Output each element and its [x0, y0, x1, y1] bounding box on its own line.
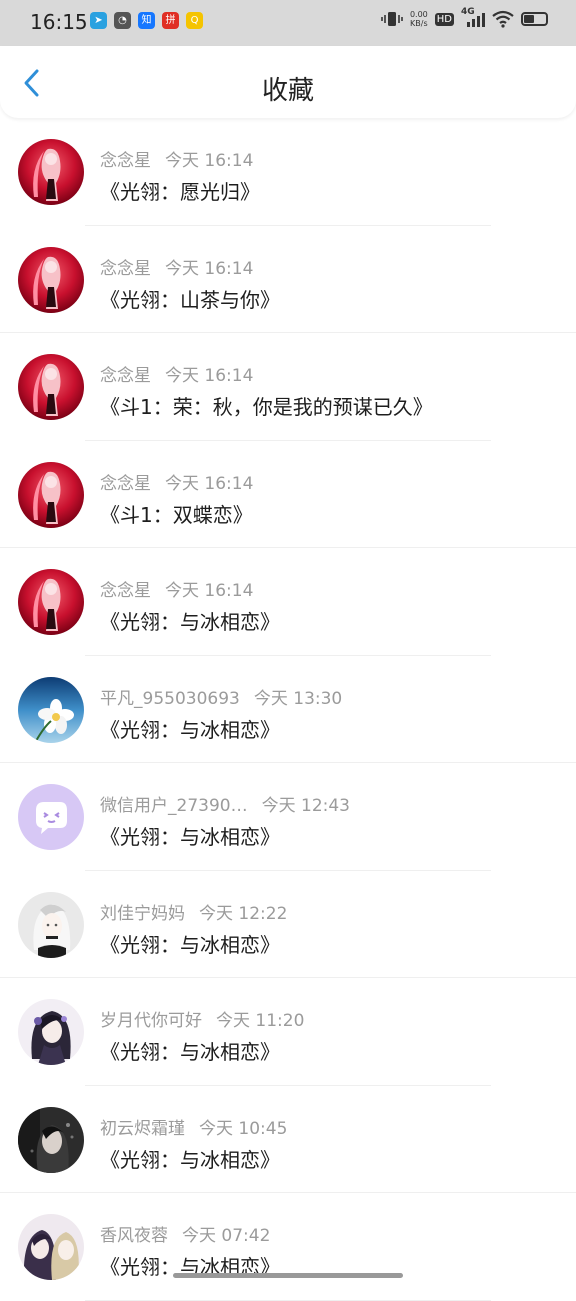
author-name: 岁月代你可好: [100, 1011, 202, 1031]
avatar-red-anime-avatar[interactable]: [18, 246, 84, 313]
item-meta: 微信用户_27390… 今天 12:43: [100, 791, 350, 816]
item-title: 《光翎：山茶与你》: [100, 287, 280, 312]
list-item[interactable]: 念念星 今天 16:14 《光翎：山茶与你》: [0, 226, 576, 333]
home-indicator[interactable]: [173, 1273, 403, 1278]
list-item[interactable]: 刘佳宁妈妈 今天 12:22 《光翎：与冰相恋》: [0, 871, 576, 978]
net-speed-unit: KB/s: [410, 19, 428, 28]
post-time: 今天 07:42: [182, 1226, 271, 1246]
avatar-red-anime-avatar[interactable]: [18, 461, 84, 528]
post-time: 今天 16:14: [165, 473, 254, 494]
list-item[interactable]: 念念星 今天 16:14 《斗1：双蝶恋》: [0, 441, 576, 548]
clock-app-icon: ◔: [114, 12, 131, 29]
zhihu-icon: 知: [138, 12, 155, 29]
pdd-icon: 拼: [162, 12, 179, 29]
avatar-red-anime-avatar[interactable]: [18, 569, 84, 635]
item-title: 《斗1：双蝶恋》: [100, 502, 253, 527]
author-name: 刘佳宁妈妈: [100, 903, 185, 924]
vibrate-icon: [381, 12, 403, 26]
avatar-red-anime-avatar[interactable]: [18, 354, 84, 420]
item-title: 《光翎：愿光归》: [100, 180, 260, 204]
net-speed: 0.00 KB/s: [410, 10, 428, 28]
header: 收藏: [0, 46, 576, 118]
author-name: 念念星: [100, 366, 151, 386]
hd-badge: HD: [434, 12, 454, 26]
item-meta: 岁月代你可好 今天 11:20: [100, 1006, 304, 1031]
list-item[interactable]: 微信用户_27390… 今天 12:43 《光翎：与冰相恋》: [0, 763, 576, 871]
item-title: 《光翎：与冰相恋》: [100, 932, 280, 957]
post-time: 今天 12:43: [261, 796, 350, 816]
cellular-signal-icon: 4G: [461, 7, 485, 28]
author-name: 香风夜蓉: [100, 1226, 168, 1246]
item-meta: 念念星 今天 16:14: [100, 469, 253, 494]
item-meta: 念念星 今天 16:14: [100, 576, 253, 601]
item-title: 《光翎：与冰相恋》: [100, 610, 280, 634]
author-name: 念念星: [100, 473, 151, 494]
list-item[interactable]: 念念星 今天 16:14 《斗1：荣：秋，你是我的预谋已久》: [0, 333, 576, 441]
avatar-white-hair-anime-avatar[interactable]: [18, 891, 84, 958]
battery-fill: [524, 15, 535, 23]
list-item[interactable]: 念念星 今天 16:14 《光翎：与冰相恋》: [0, 548, 576, 656]
item-meta: 香风夜蓉 今天 07:42: [100, 1221, 270, 1246]
author-name: 念念星: [100, 258, 151, 279]
avatar-dark-portrait-avatar[interactable]: [18, 1106, 84, 1173]
post-time: 今天 13:30: [253, 688, 343, 709]
item-meta: 初云烬霜瑾 今天 10:45: [100, 1114, 287, 1139]
favorites-list: 念念星 今天 16:14 《光翎：愿光归》 念念星 今天 16:14 《光翎：山茶与…: [0, 118, 576, 1301]
avatar-red-anime-avatar[interactable]: [18, 139, 84, 205]
avatar-flower-sky-avatar[interactable]: [18, 676, 84, 743]
page-title: 收藏: [261, 76, 314, 106]
item-meta: 平凡_955030693 今天 13:30: [100, 684, 342, 709]
status-app-icons: ➤ ◔ 知拼 Q: [90, 12, 203, 29]
item-title: 《光翎：与冰相恋》: [100, 1040, 280, 1064]
post-time: 今天 16:14: [165, 258, 254, 279]
author-name: 微信用户_27390…: [100, 796, 248, 816]
battery-icon: [521, 12, 548, 26]
post-time: 今天 16:14: [165, 151, 254, 171]
list-item[interactable]: 初云烬霜瑾 今天 10:45 《光翎：与冰相恋》: [0, 1086, 576, 1193]
post-time: 今天 11:20: [216, 1011, 305, 1031]
item-title: 《斗1：荣：秋，你是我的预谋已久》: [100, 395, 433, 419]
item-meta: 念念星 今天 16:14: [100, 361, 253, 386]
avatar-default-wechat-avatar[interactable]: [18, 784, 84, 850]
list-item[interactable]: 平凡_955030693 今天 13:30 《光翎：与冰相恋》: [0, 656, 576, 763]
item-meta: 刘佳宁妈妈 今天 12:22: [100, 899, 287, 924]
status-indicators: 0.00 KB/s HD 4G: [381, 7, 548, 28]
avatar-dark-hair-anime-avatar[interactable]: [18, 999, 84, 1065]
author-name: 初云烬霜瑾: [100, 1118, 185, 1139]
item-meta: 念念星 今天 16:14: [100, 146, 253, 171]
post-time: 今天 16:14: [165, 581, 254, 601]
author-name: 念念星: [100, 151, 151, 171]
item-meta: 念念星 今天 16:14: [100, 254, 253, 279]
net-speed-value: 0.00: [409, 10, 428, 19]
list-item[interactable]: 岁月代你可好 今天 11:20 《光翎：与冰相恋》: [0, 978, 576, 1086]
divider: [85, 1299, 491, 1301]
status-time: 16:15: [30, 10, 88, 34]
item-title: 《光翎：与冰相恋》: [100, 717, 280, 742]
uc-icon: Q: [186, 12, 203, 29]
post-time: 今天 12:22: [199, 903, 288, 924]
item-title: 《光翎：与冰相恋》: [100, 825, 280, 849]
author-name: 平凡_955030693: [100, 688, 240, 709]
post-time: 今天 16:14: [165, 366, 254, 386]
wifi-icon: [492, 10, 514, 28]
status-bar: 16:15 ➤ ◔ 知拼 Q 0.00 KB/s HD 4G: [0, 0, 576, 46]
list-item[interactable]: 香风夜蓉 今天 07:42 《光翎：与冰相恋》: [0, 1193, 576, 1301]
list-item[interactable]: 念念星 今天 16:14 《光翎：愿光归》: [0, 118, 576, 226]
post-time: 今天 10:45: [199, 1118, 288, 1139]
avatar-couple-anime-avatar[interactable]: [18, 1214, 84, 1280]
author-name: 念念星: [100, 581, 151, 601]
item-title: 《光翎：与冰相恋》: [100, 1147, 280, 1172]
telegram-icon: ➤: [90, 12, 107, 29]
